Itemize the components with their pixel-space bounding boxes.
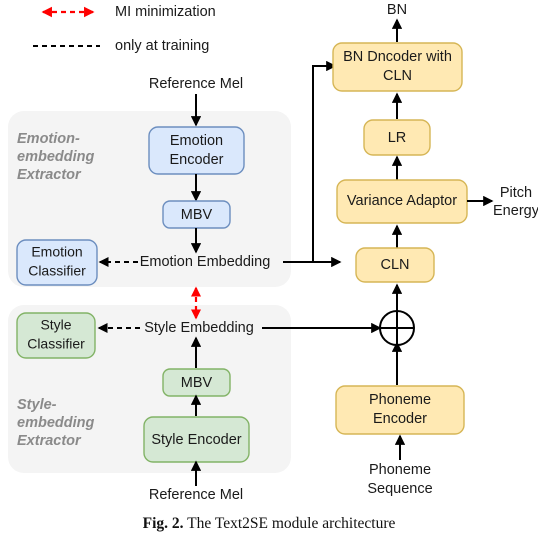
node-lr[interactable]: LR bbox=[363, 119, 431, 156]
line-emotion-embedding-to-bn-decoder bbox=[312, 60, 337, 262]
legend-label-mi-minimization: MI minimization bbox=[115, 4, 216, 20]
node-phoneme-encoder[interactable]: Phoneme Encoder bbox=[335, 385, 465, 435]
legend-item-only-at-training: only at training bbox=[33, 38, 209, 54]
output-label-energy: Energy bbox=[493, 203, 538, 219]
figure-caption-text: The Text2SE module architecture bbox=[187, 515, 396, 532]
figure-caption: Fig. 2. The Text2SE module architecture bbox=[0, 511, 538, 535]
output-label-pitch: Pitch bbox=[500, 185, 532, 201]
node-bn-decoder-with-cln[interactable]: BN Dncoder with CLN bbox=[332, 42, 463, 92]
node-lr-label: LR bbox=[388, 130, 407, 146]
node-style-classifier[interactable]: Style Classifier bbox=[16, 312, 96, 359]
node-style-mbv-label: MBV bbox=[181, 375, 213, 391]
node-style-classifier-label-line1: Style bbox=[40, 317, 71, 333]
architecture-diagram: MI minimization only at training Referen… bbox=[8, 2, 538, 503]
node-emotion-encoder-label-line1: Emotion bbox=[170, 133, 223, 149]
emotion-extractor-title-line3: Extractor bbox=[17, 167, 82, 183]
node-variance-adaptor-label: Variance Adaptor bbox=[347, 193, 457, 209]
node-phoneme-encoder-label-line1: Phoneme bbox=[369, 392, 431, 408]
input-label-reference-mel-top: Reference Mel bbox=[149, 76, 243, 92]
node-bn-decoder-label-line1: BN Dncoder with bbox=[343, 49, 452, 65]
input-label-phoneme-sequence-line2: Sequence bbox=[367, 481, 432, 497]
style-extractor-title-line1: Style- bbox=[17, 397, 57, 413]
signal-label-style-embedding: Style Embedding bbox=[144, 320, 254, 336]
node-bn-decoder-label-line2: CLN bbox=[383, 68, 412, 84]
style-extractor-title-line3: Extractor bbox=[17, 433, 82, 449]
node-variance-adaptor[interactable]: Variance Adaptor bbox=[336, 179, 468, 224]
node-style-encoder[interactable]: Style Encoder bbox=[143, 416, 250, 463]
figure-caption-prefix: Fig. 2. bbox=[142, 515, 184, 532]
emotion-extractor-title-line1: Emotion- bbox=[17, 131, 80, 147]
node-style-classifier-label-line2: Classifier bbox=[27, 336, 85, 352]
node-emotion-classifier[interactable]: Emotion Classifier bbox=[16, 239, 98, 286]
node-emotion-mbv[interactable]: MBV bbox=[162, 200, 231, 229]
node-style-mbv[interactable]: MBV bbox=[162, 368, 231, 397]
signal-label-emotion-embedding: Emotion Embedding bbox=[140, 254, 271, 270]
emotion-extractor-title-line2: embedding bbox=[17, 149, 94, 165]
output-label-bn: BN bbox=[387, 2, 407, 18]
node-emotion-encoder-label-line2: Encoder bbox=[169, 152, 223, 168]
style-extractor-title-line2: embedding bbox=[17, 415, 94, 431]
node-emotion-encoder[interactable]: Emotion Encoder bbox=[148, 126, 245, 175]
input-label-reference-mel-bottom: Reference Mel bbox=[149, 487, 243, 503]
node-phoneme-encoder-label-line2: Encoder bbox=[373, 411, 427, 427]
input-label-phoneme-sequence-line1: Phoneme bbox=[369, 462, 431, 478]
legend-item-mi-minimization: MI minimization bbox=[41, 4, 216, 20]
node-emotion-classifier-label-line2: Classifier bbox=[28, 263, 86, 279]
node-style-encoder-label: Style Encoder bbox=[151, 432, 241, 448]
legend-label-only-at-training: only at training bbox=[115, 38, 209, 54]
node-emotion-classifier-label-line1: Emotion bbox=[31, 244, 82, 260]
node-emotion-mbv-label: MBV bbox=[181, 207, 213, 223]
adder-node bbox=[379, 310, 415, 346]
legend: MI minimization only at training bbox=[33, 4, 216, 54]
node-cln[interactable]: CLN bbox=[355, 247, 435, 283]
node-cln-label: CLN bbox=[380, 257, 409, 273]
figure-root: MI minimization only at training Referen… bbox=[0, 0, 538, 532]
